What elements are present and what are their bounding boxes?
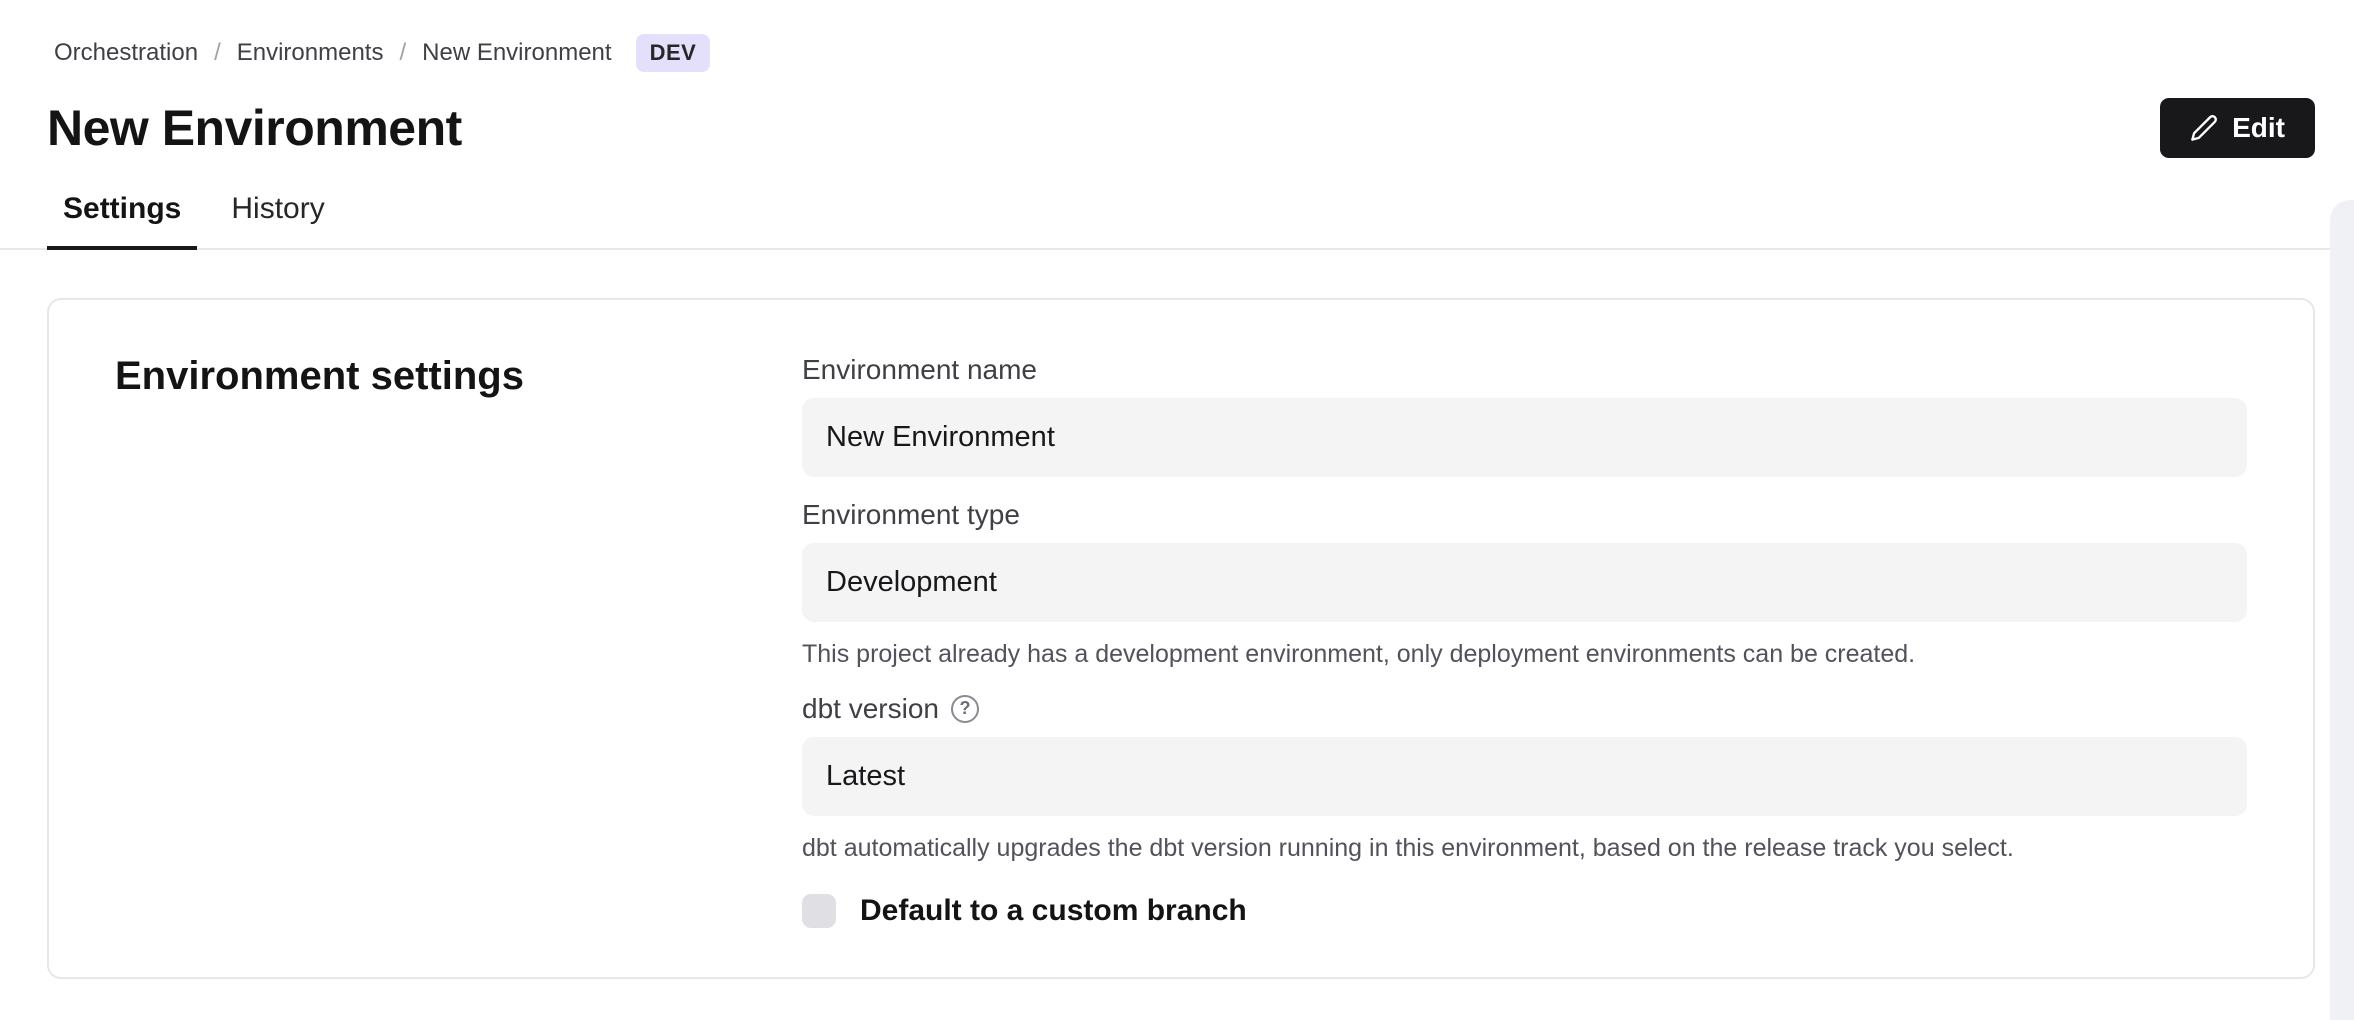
environment-type-input[interactable]	[802, 543, 2247, 622]
pencil-icon	[2190, 114, 2218, 142]
page-header: New Environment Edit	[0, 98, 2354, 158]
environment-type-help-text: This project already has a development e…	[802, 638, 2247, 671]
custom-branch-row: Default to a custom branch	[802, 894, 2247, 928]
breadcrumb-separator: /	[399, 39, 406, 67]
breadcrumb-item-environments[interactable]: Environments	[237, 39, 384, 67]
environment-settings-card: Environment settings Environment name En…	[47, 298, 2315, 979]
tab-settings[interactable]: Settings	[47, 192, 197, 250]
breadcrumb-separator: /	[214, 39, 221, 67]
tab-history[interactable]: History	[215, 192, 340, 250]
environment-name-input[interactable]	[802, 398, 2247, 477]
page-title: New Environment	[47, 99, 462, 157]
environment-settings-form: Environment name Environment type This p…	[802, 354, 2247, 928]
dbt-version-help-text: dbt automatically upgrades the dbt versi…	[802, 832, 2247, 865]
section-title: Environment settings	[115, 354, 524, 399]
environment-dev-badge: DEV	[636, 34, 711, 72]
environment-type-label: Environment type	[802, 499, 2247, 531]
dbt-version-input[interactable]	[802, 737, 2247, 816]
custom-branch-label: Default to a custom branch	[860, 894, 1247, 928]
tab-bar: Settings History	[0, 192, 2354, 250]
breadcrumb-item-new-environment[interactable]: New Environment	[422, 39, 611, 67]
breadcrumb-item-orchestration[interactable]: Orchestration	[54, 39, 198, 67]
edit-button[interactable]: Edit	[2160, 98, 2315, 158]
environment-name-label: Environment name	[802, 354, 2247, 386]
help-circle-icon[interactable]: ?	[951, 695, 979, 723]
custom-branch-checkbox[interactable]	[802, 894, 836, 928]
environment-type-label-text: Environment type	[802, 499, 1020, 531]
breadcrumb: Orchestration / Environments / New Envir…	[0, 0, 2354, 72]
dbt-version-label-text: dbt version	[802, 693, 939, 725]
edit-button-label: Edit	[2232, 112, 2285, 144]
environment-name-label-text: Environment name	[802, 354, 1037, 386]
scroll-gutter	[2330, 200, 2354, 1020]
dbt-version-label: dbt version ?	[802, 693, 2247, 725]
